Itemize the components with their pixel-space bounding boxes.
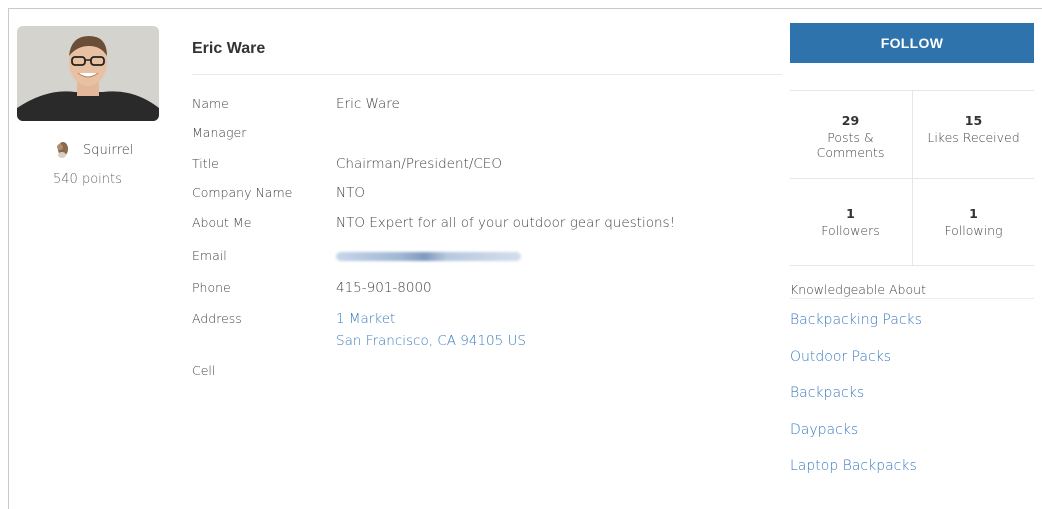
topic-list: Backpacking Packs Outdoor Packs Backpack… xyxy=(790,312,922,495)
detail-value: NTO Expert for all of your outdoor gear … xyxy=(336,215,675,231)
address-line2-link[interactable]: San Francisco, CA 94105 US xyxy=(336,333,526,349)
stat-number: 1 xyxy=(846,206,855,221)
divider xyxy=(192,74,782,75)
detail-label: Email xyxy=(192,248,227,263)
topic-link[interactable]: Daypacks xyxy=(790,422,922,459)
stat-label: Followers xyxy=(821,223,880,238)
topic-link[interactable]: Backpacking Packs xyxy=(790,312,922,349)
detail-label: Cell xyxy=(192,363,216,378)
stat-following[interactable]: 1 Following xyxy=(913,206,1034,292)
address-line1-link[interactable]: 1 Market xyxy=(336,311,395,327)
detail-label: Name xyxy=(192,96,229,111)
detail-value: Chairman/President/CEO xyxy=(336,156,502,172)
profile-photo xyxy=(17,26,159,121)
stat-label: Following xyxy=(944,223,1003,238)
stat-label-line2: Comments xyxy=(816,145,885,160)
stat-number: 1 xyxy=(969,206,978,221)
divider xyxy=(790,298,1034,299)
detail-label: Phone xyxy=(192,280,231,295)
stat-posts[interactable]: 29 Posts & Comments xyxy=(790,113,911,199)
detail-label: Title xyxy=(192,156,219,171)
rank-label: Squirrel xyxy=(83,142,134,158)
stat-label: Posts & xyxy=(827,130,874,145)
stat-label: Likes Received xyxy=(927,130,1020,145)
detail-label: Address xyxy=(192,311,242,326)
detail-label: About Me xyxy=(192,215,252,230)
knowledgeable-about-heading: Knowledgeable About xyxy=(790,282,926,297)
profile-name-heading: Eric Ware xyxy=(192,40,266,57)
topic-link[interactable]: Backpacks xyxy=(790,385,922,422)
detail-value: NTO xyxy=(336,185,365,201)
follow-button[interactable]: FOLLOW xyxy=(790,23,1034,63)
detail-value: 415-901-8000 xyxy=(336,280,432,296)
topic-link[interactable]: Laptop Backpacks xyxy=(790,458,922,495)
email-link[interactable] xyxy=(336,252,521,261)
detail-label: Company Name xyxy=(192,185,293,200)
detail-value: Eric Ware xyxy=(336,96,400,112)
squirrel-icon xyxy=(57,142,68,158)
stat-followers[interactable]: 1 Followers xyxy=(790,206,911,292)
points-count: 540 points xyxy=(53,172,122,187)
stat-number: 15 xyxy=(964,113,983,128)
stat-number: 29 xyxy=(841,113,860,128)
stats-grid: 29 Posts & Comments 15 Likes Received 1 … xyxy=(790,90,1034,266)
rank-badge: Squirrel xyxy=(55,140,133,160)
stat-likes[interactable]: 15 Likes Received xyxy=(913,113,1034,199)
topic-link[interactable]: Outdoor Packs xyxy=(790,349,922,386)
detail-label: Manager xyxy=(192,125,247,140)
